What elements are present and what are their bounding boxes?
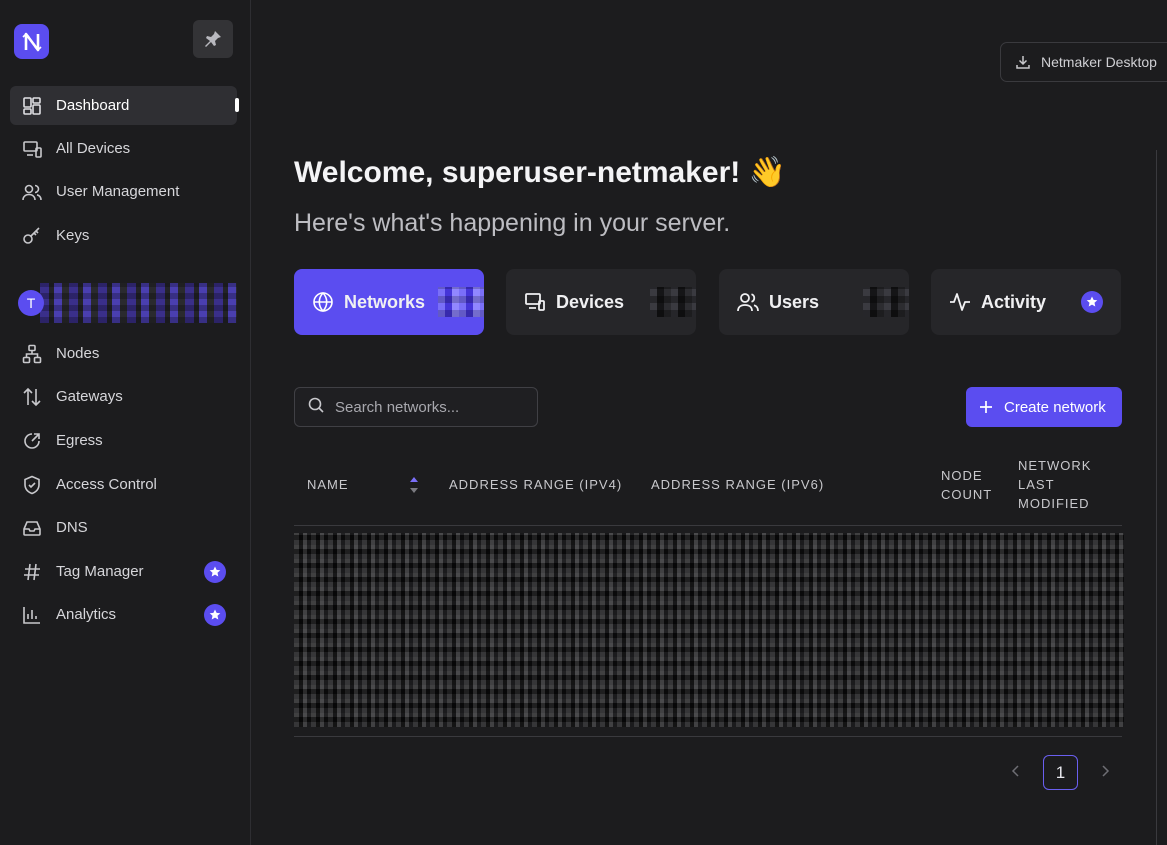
networks-count-redacted: [438, 287, 484, 317]
shield-check-icon: [22, 475, 42, 495]
sidebar-item-label: Dashboard: [56, 97, 130, 114]
sidebar-item-label: Keys: [56, 227, 90, 244]
inbox-icon: [22, 518, 42, 538]
sidebar: Dashboard All Devices User Management Ke…: [0, 0, 251, 845]
desktop-button-label: Netmaker Desktop: [1041, 54, 1157, 70]
create-button-label: Create network: [1004, 398, 1106, 416]
dashboard-icon: [22, 96, 42, 116]
search-icon: [307, 396, 325, 419]
premium-star-icon: [204, 603, 226, 626]
tab-label: Users: [769, 291, 820, 312]
previous-page-button[interactable]: [1005, 760, 1027, 782]
sidebar-item-gateways[interactable]: Gateways: [10, 377, 237, 416]
arrows-up-down-icon: [22, 387, 42, 407]
bar-chart-icon: [22, 605, 42, 625]
tab-devices[interactable]: Devices: [506, 269, 696, 335]
devices-icon: [524, 291, 546, 313]
tenant-name-redacted: [40, 283, 237, 323]
sidebar-item-user-management[interactable]: User Management: [10, 172, 237, 211]
egress-icon: [22, 431, 42, 451]
sidebar-item-egress[interactable]: Egress: [10, 421, 237, 460]
next-page-button[interactable]: [1094, 760, 1116, 782]
users-icon: [22, 182, 42, 202]
activity-icon: [949, 291, 971, 313]
globe-icon: [312, 291, 334, 313]
pin-icon: [205, 31, 221, 47]
key-icon: [22, 226, 42, 246]
table-rows-redacted: [294, 533, 1124, 727]
column-header-ipv6[interactable]: ADDRESS RANGE (IPV6): [651, 475, 824, 494]
sidebar-item-label: DNS: [56, 519, 88, 536]
column-header-node-count[interactable]: NODE COUNT: [941, 466, 1001, 504]
sidebar-item-analytics[interactable]: Analytics: [10, 595, 237, 634]
sidebar-item-label: Analytics: [56, 606, 117, 623]
sidebar-item-nodes[interactable]: Nodes: [10, 334, 237, 373]
sidebar-item-keys[interactable]: Keys: [10, 216, 237, 255]
devices-icon: [22, 139, 42, 159]
download-icon: [1015, 54, 1031, 70]
hash-icon: [22, 562, 42, 582]
column-header-name[interactable]: NAME: [307, 475, 349, 494]
devices-count-redacted: [650, 287, 696, 317]
sidebar-item-access-control[interactable]: Access Control: [10, 465, 237, 504]
chevron-right-icon: [1102, 765, 1110, 777]
tab-label: Networks: [344, 291, 426, 312]
active-indicator: [235, 98, 239, 112]
netmaker-desktop-download-button[interactable]: Netmaker Desktop: [1000, 42, 1167, 82]
table-header-divider: [294, 525, 1122, 526]
sidebar-item-dns[interactable]: DNS: [10, 508, 237, 547]
sidebar-item-label: Access Control: [56, 476, 157, 493]
tab-networks[interactable]: Networks: [294, 269, 484, 335]
content-divider: [1156, 150, 1157, 845]
sidebar-item-label: Nodes: [56, 345, 100, 362]
sidebar-item-label: Gateways: [56, 388, 123, 405]
network-selector[interactable]: T: [18, 283, 237, 323]
premium-star-icon: [1081, 291, 1103, 313]
sidebar-item-all-devices[interactable]: All Devices: [10, 129, 237, 168]
tab-label: Devices: [556, 291, 625, 312]
netmaker-logo[interactable]: [14, 24, 49, 59]
tenant-avatar: T: [18, 290, 44, 316]
users-icon: [737, 291, 759, 313]
column-header-ipv4[interactable]: ADDRESS RANGE (IPV4): [449, 475, 622, 494]
sidebar-item-tag-manager[interactable]: Tag Manager: [10, 552, 237, 591]
nodes-icon: [22, 344, 42, 364]
page-number-button[interactable]: 1: [1043, 755, 1078, 790]
tab-activity[interactable]: Activity: [931, 269, 1121, 335]
sidebar-item-label: Tag Manager: [56, 563, 144, 580]
plus-icon: [978, 399, 994, 415]
premium-star-icon: [204, 560, 226, 583]
table-footer-divider: [294, 736, 1122, 737]
sidebar-item-dashboard[interactable]: Dashboard: [10, 86, 239, 125]
search-input[interactable]: [335, 398, 525, 416]
sort-icon[interactable]: [408, 475, 420, 500]
search-networks[interactable]: [294, 387, 538, 427]
tab-label: Activity: [981, 291, 1047, 312]
pin-sidebar-button[interactable]: [193, 20, 233, 58]
sidebar-item-label: All Devices: [56, 140, 131, 157]
create-network-button[interactable]: Create network: [966, 387, 1122, 427]
users-count-redacted: [863, 287, 909, 317]
sidebar-item-label: Egress: [56, 432, 103, 449]
tab-users[interactable]: Users: [719, 269, 909, 335]
sidebar-item-label: User Management: [56, 183, 180, 200]
column-header-last-modified[interactable]: NETWORK LAST MODIFIED: [1018, 456, 1108, 513]
chevron-left-icon: [1011, 765, 1019, 777]
welcome-subtitle: Here's what's happening in your server.: [294, 209, 731, 237]
welcome-title: Welcome, superuser-netmaker! 👋: [294, 156, 786, 189]
